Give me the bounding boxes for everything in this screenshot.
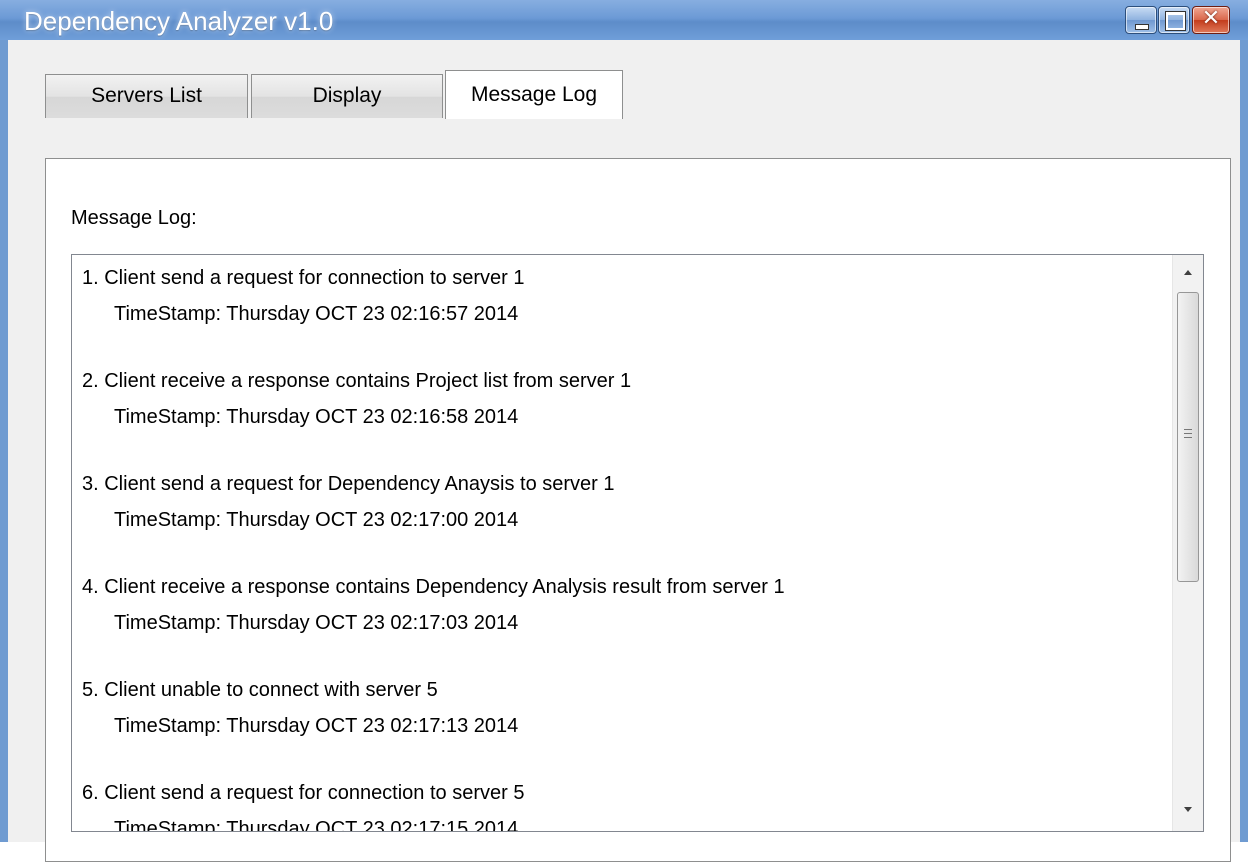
message-timestamp: TimeStamp: Thursday OCT 23 02:16:57 2014 (114, 303, 519, 325)
message-text: 1. Client send a request for connection … (82, 267, 525, 289)
list-item[interactable]: 1. Client send a request for connection … (82, 260, 1162, 363)
maximize-icon (1166, 12, 1185, 30)
list-item[interactable]: 3. Client send a request for Dependency … (82, 466, 1162, 569)
message-log-list[interactable]: 1. Client send a request for connection … (71, 254, 1204, 832)
message-timestamp: TimeStamp: Thursday OCT 23 02:16:58 2014 (114, 406, 519, 428)
message-timestamp: TimeStamp: Thursday OCT 23 02:17:13 2014 (114, 715, 519, 737)
tab-label: Display (312, 84, 382, 107)
tab-label: Message Log (470, 83, 598, 106)
tab-label: Servers List (91, 84, 202, 107)
message-timestamp: TimeStamp: Thursday OCT 23 02:17:03 2014 (114, 612, 519, 634)
scrollbar-thumb[interactable] (1177, 292, 1199, 582)
vertical-scrollbar[interactable] (1172, 255, 1203, 831)
message-entries: 1. Client send a request for connection … (82, 260, 1162, 832)
title-bar[interactable]: Dependency Analyzer v1.0 ✕ (0, 0, 1248, 40)
app-window: Dependency Analyzer v1.0 ✕ Servers List … (0, 0, 1248, 862)
message-timestamp: TimeStamp: Thursday OCT 23 02:17:15 2014 (114, 818, 519, 832)
minimize-button[interactable] (1125, 6, 1157, 34)
message-text: 2. Client receive a response contains Pr… (82, 370, 632, 392)
close-button[interactable]: ✕ (1192, 6, 1230, 34)
tab-servers-list[interactable]: Servers List (45, 74, 248, 118)
list-item[interactable]: 4. Client receive a response contains De… (82, 569, 1162, 672)
client-area: Servers List Display Message Log Message… (8, 40, 1240, 862)
arrow-up-icon[interactable] (1184, 270, 1192, 275)
message-timestamp: TimeStamp: Thursday OCT 23 02:17:00 2014 (114, 509, 519, 531)
arrow-down-icon[interactable] (1184, 807, 1192, 812)
message-text: 6. Client send a request for connection … (82, 782, 525, 804)
grip-icon (1184, 429, 1192, 438)
message-text: 4. Client receive a response contains De… (82, 576, 785, 598)
close-icon: ✕ (1201, 6, 1221, 31)
message-text: 5. Client unable to connect with server … (82, 679, 438, 701)
list-item[interactable]: 6. Client send a request for connection … (82, 775, 1162, 832)
maximize-button[interactable] (1158, 6, 1190, 34)
list-item[interactable]: 5. Client unable to connect with server … (82, 672, 1162, 775)
message-log-label: Message Log: (71, 207, 197, 229)
tab-panel: Message Log: 1. Client send a request fo… (45, 158, 1231, 862)
window-title: Dependency Analyzer v1.0 (24, 6, 334, 36)
message-text: 3. Client send a request for Dependency … (82, 473, 615, 495)
tab-display[interactable]: Display (251, 74, 443, 118)
tab-message-log[interactable]: Message Log (445, 70, 623, 119)
minimize-icon (1135, 24, 1149, 30)
list-item[interactable]: 2. Client receive a response contains Pr… (82, 363, 1162, 466)
